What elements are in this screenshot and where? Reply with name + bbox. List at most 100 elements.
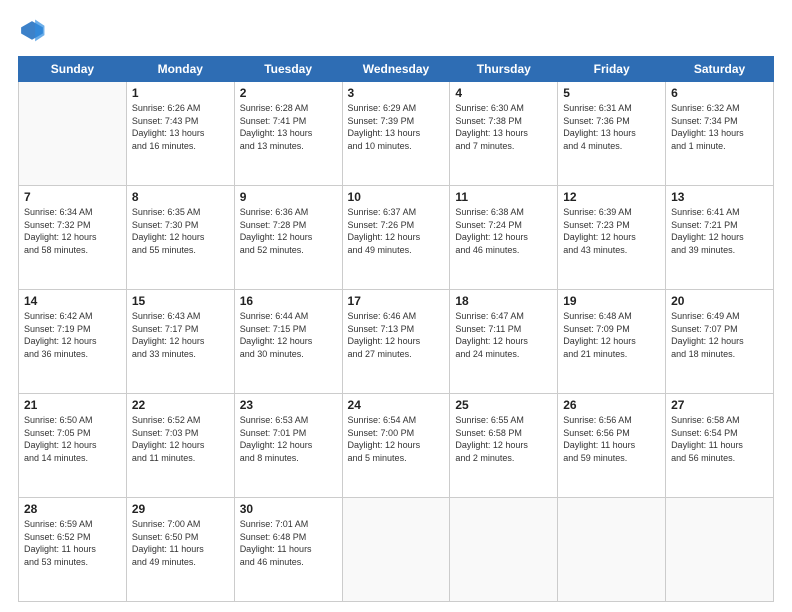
calendar-cell: 11 Sunrise: 6:38 AM Sunset: 7:24 PM Dayli… xyxy=(450,186,558,290)
cell-info: Sunrise: 6:46 AM Sunset: 7:13 PM Dayligh… xyxy=(348,310,445,360)
weekday-header-monday: Monday xyxy=(126,57,234,82)
calendar-week-1: 7 Sunrise: 6:34 AM Sunset: 7:32 PM Daylig… xyxy=(19,186,774,290)
calendar-week-2: 14 Sunrise: 6:42 AM Sunset: 7:19 PM Dayli… xyxy=(19,290,774,394)
cell-info: Sunrise: 6:39 AM Sunset: 7:23 PM Dayligh… xyxy=(563,206,660,256)
day-number: 9 xyxy=(240,190,337,204)
day-number: 26 xyxy=(563,398,660,412)
cell-info: Sunrise: 6:36 AM Sunset: 7:28 PM Dayligh… xyxy=(240,206,337,256)
cell-info: Sunrise: 6:55 AM Sunset: 6:58 PM Dayligh… xyxy=(455,414,552,464)
day-number: 20 xyxy=(671,294,768,308)
day-number: 11 xyxy=(455,190,552,204)
cell-info: Sunrise: 6:28 AM Sunset: 7:41 PM Dayligh… xyxy=(240,102,337,152)
day-number: 16 xyxy=(240,294,337,308)
day-number: 24 xyxy=(348,398,445,412)
day-number: 29 xyxy=(132,502,229,516)
calendar-cell: 25 Sunrise: 6:55 AM Sunset: 6:58 PM Dayli… xyxy=(450,394,558,498)
cell-info: Sunrise: 6:54 AM Sunset: 7:00 PM Dayligh… xyxy=(348,414,445,464)
cell-info: Sunrise: 7:01 AM Sunset: 6:48 PM Dayligh… xyxy=(240,518,337,568)
cell-info: Sunrise: 6:37 AM Sunset: 7:26 PM Dayligh… xyxy=(348,206,445,256)
calendar-cell: 30 Sunrise: 7:01 AM Sunset: 6:48 PM Dayli… xyxy=(234,498,342,602)
cell-info: Sunrise: 6:48 AM Sunset: 7:09 PM Dayligh… xyxy=(563,310,660,360)
calendar-cell: 8 Sunrise: 6:35 AM Sunset: 7:30 PM Daylig… xyxy=(126,186,234,290)
calendar-cell: 29Sunrise: 7:00 AM Sunset: 6:50 PM Dayli… xyxy=(126,498,234,602)
calendar-cell xyxy=(558,498,666,602)
calendar-cell: 24 Sunrise: 6:54 AM Sunset: 7:00 PM Dayli… xyxy=(342,394,450,498)
day-number: 23 xyxy=(240,398,337,412)
day-number: 30 xyxy=(240,502,337,516)
day-number: 13 xyxy=(671,190,768,204)
cell-info: Sunrise: 6:38 AM Sunset: 7:24 PM Dayligh… xyxy=(455,206,552,256)
page: SundayMondayTuesdayWednesdayThursdayFrid… xyxy=(0,0,792,612)
calendar-cell: 6 Sunrise: 6:32 AM Sunset: 7:34 PM Daylig… xyxy=(666,82,774,186)
day-number: 22 xyxy=(132,398,229,412)
day-number: 6 xyxy=(671,86,768,100)
cell-info: Sunrise: 6:41 AM Sunset: 7:21 PM Dayligh… xyxy=(671,206,768,256)
day-number: 4 xyxy=(455,86,552,100)
cell-info: Sunrise: 6:58 AM Sunset: 6:54 PM Dayligh… xyxy=(671,414,768,464)
day-number: 17 xyxy=(348,294,445,308)
weekday-header-tuesday: Tuesday xyxy=(234,57,342,82)
calendar-cell: 7 Sunrise: 6:34 AM Sunset: 7:32 PM Daylig… xyxy=(19,186,127,290)
cell-info: Sunrise: 6:56 AM Sunset: 6:56 PM Dayligh… xyxy=(563,414,660,464)
day-number: 8 xyxy=(132,190,229,204)
cell-info: Sunrise: 6:29 AM Sunset: 7:39 PM Dayligh… xyxy=(348,102,445,152)
calendar-cell xyxy=(19,82,127,186)
calendar-cell: 23 Sunrise: 6:53 AM Sunset: 7:01 PM Dayli… xyxy=(234,394,342,498)
calendar-cell: 3 Sunrise: 6:29 AM Sunset: 7:39 PM Daylig… xyxy=(342,82,450,186)
calendar-cell: 9 Sunrise: 6:36 AM Sunset: 7:28 PM Daylig… xyxy=(234,186,342,290)
calendar-cell: 28 Sunrise: 6:59 AM Sunset: 6:52 PM Dayli… xyxy=(19,498,127,602)
calendar-cell: 4 Sunrise: 6:30 AM Sunset: 7:38 PM Daylig… xyxy=(450,82,558,186)
cell-info: Sunrise: 6:34 AM Sunset: 7:32 PM Dayligh… xyxy=(24,206,121,256)
day-number: 1 xyxy=(132,86,229,100)
calendar-cell: 19Sunrise: 6:48 AM Sunset: 7:09 PM Dayli… xyxy=(558,290,666,394)
day-number: 7 xyxy=(24,190,121,204)
calendar-week-4: 28 Sunrise: 6:59 AM Sunset: 6:52 PM Dayli… xyxy=(19,498,774,602)
cell-info: Sunrise: 6:59 AM Sunset: 6:52 PM Dayligh… xyxy=(24,518,121,568)
weekday-header-sunday: Sunday xyxy=(19,57,127,82)
weekday-header-wednesday: Wednesday xyxy=(342,57,450,82)
cell-info: Sunrise: 6:50 AM Sunset: 7:05 PM Dayligh… xyxy=(24,414,121,464)
day-number: 3 xyxy=(348,86,445,100)
calendar-cell: 27 Sunrise: 6:58 AM Sunset: 6:54 PM Dayli… xyxy=(666,394,774,498)
logo xyxy=(18,18,50,46)
calendar-cell: 16Sunrise: 6:44 AM Sunset: 7:15 PM Dayli… xyxy=(234,290,342,394)
cell-info: Sunrise: 6:43 AM Sunset: 7:17 PM Dayligh… xyxy=(132,310,229,360)
calendar-cell xyxy=(666,498,774,602)
calendar-week-3: 21 Sunrise: 6:50 AM Sunset: 7:05 PM Dayli… xyxy=(19,394,774,498)
calendar-cell: 17 Sunrise: 6:46 AM Sunset: 7:13 PM Dayli… xyxy=(342,290,450,394)
calendar-cell: 26 Sunrise: 6:56 AM Sunset: 6:56 PM Dayli… xyxy=(558,394,666,498)
day-number: 14 xyxy=(24,294,121,308)
calendar-cell: 13 Sunrise: 6:41 AM Sunset: 7:21 PM Dayli… xyxy=(666,186,774,290)
day-number: 12 xyxy=(563,190,660,204)
calendar-table: SundayMondayTuesdayWednesdayThursdayFrid… xyxy=(18,56,774,602)
day-number: 15 xyxy=(132,294,229,308)
day-number: 18 xyxy=(455,294,552,308)
calendar-cell: 15 Sunrise: 6:43 AM Sunset: 7:17 PM Dayli… xyxy=(126,290,234,394)
calendar-cell: 1 Sunrise: 6:26 AM Sunset: 7:43 PM Daylig… xyxy=(126,82,234,186)
cell-info: Sunrise: 6:49 AM Sunset: 7:07 PM Dayligh… xyxy=(671,310,768,360)
day-number: 10 xyxy=(348,190,445,204)
day-number: 25 xyxy=(455,398,552,412)
calendar-cell: 10 Sunrise: 6:37 AM Sunset: 7:26 PM Dayli… xyxy=(342,186,450,290)
calendar-week-0: 1 Sunrise: 6:26 AM Sunset: 7:43 PM Daylig… xyxy=(19,82,774,186)
calendar-cell: 2Sunrise: 6:28 AM Sunset: 7:41 PM Daylig… xyxy=(234,82,342,186)
day-number: 5 xyxy=(563,86,660,100)
cell-info: Sunrise: 6:47 AM Sunset: 7:11 PM Dayligh… xyxy=(455,310,552,360)
cell-info: Sunrise: 6:30 AM Sunset: 7:38 PM Dayligh… xyxy=(455,102,552,152)
calendar-cell: 18 Sunrise: 6:47 AM Sunset: 7:11 PM Dayli… xyxy=(450,290,558,394)
weekday-header-saturday: Saturday xyxy=(666,57,774,82)
weekday-header-friday: Friday xyxy=(558,57,666,82)
day-number: 21 xyxy=(24,398,121,412)
calendar-cell: 22Sunrise: 6:52 AM Sunset: 7:03 PM Dayli… xyxy=(126,394,234,498)
calendar-cell: 20 Sunrise: 6:49 AM Sunset: 7:07 PM Dayli… xyxy=(666,290,774,394)
cell-info: Sunrise: 6:42 AM Sunset: 7:19 PM Dayligh… xyxy=(24,310,121,360)
cell-info: Sunrise: 6:26 AM Sunset: 7:43 PM Dayligh… xyxy=(132,102,229,152)
day-number: 28 xyxy=(24,502,121,516)
cell-info: Sunrise: 6:35 AM Sunset: 7:30 PM Dayligh… xyxy=(132,206,229,256)
calendar-cell xyxy=(450,498,558,602)
cell-info: Sunrise: 6:32 AM Sunset: 7:34 PM Dayligh… xyxy=(671,102,768,152)
calendar-header-row: SundayMondayTuesdayWednesdayThursdayFrid… xyxy=(19,57,774,82)
cell-info: Sunrise: 6:53 AM Sunset: 7:01 PM Dayligh… xyxy=(240,414,337,464)
calendar-cell: 14 Sunrise: 6:42 AM Sunset: 7:19 PM Dayli… xyxy=(19,290,127,394)
day-number: 27 xyxy=(671,398,768,412)
